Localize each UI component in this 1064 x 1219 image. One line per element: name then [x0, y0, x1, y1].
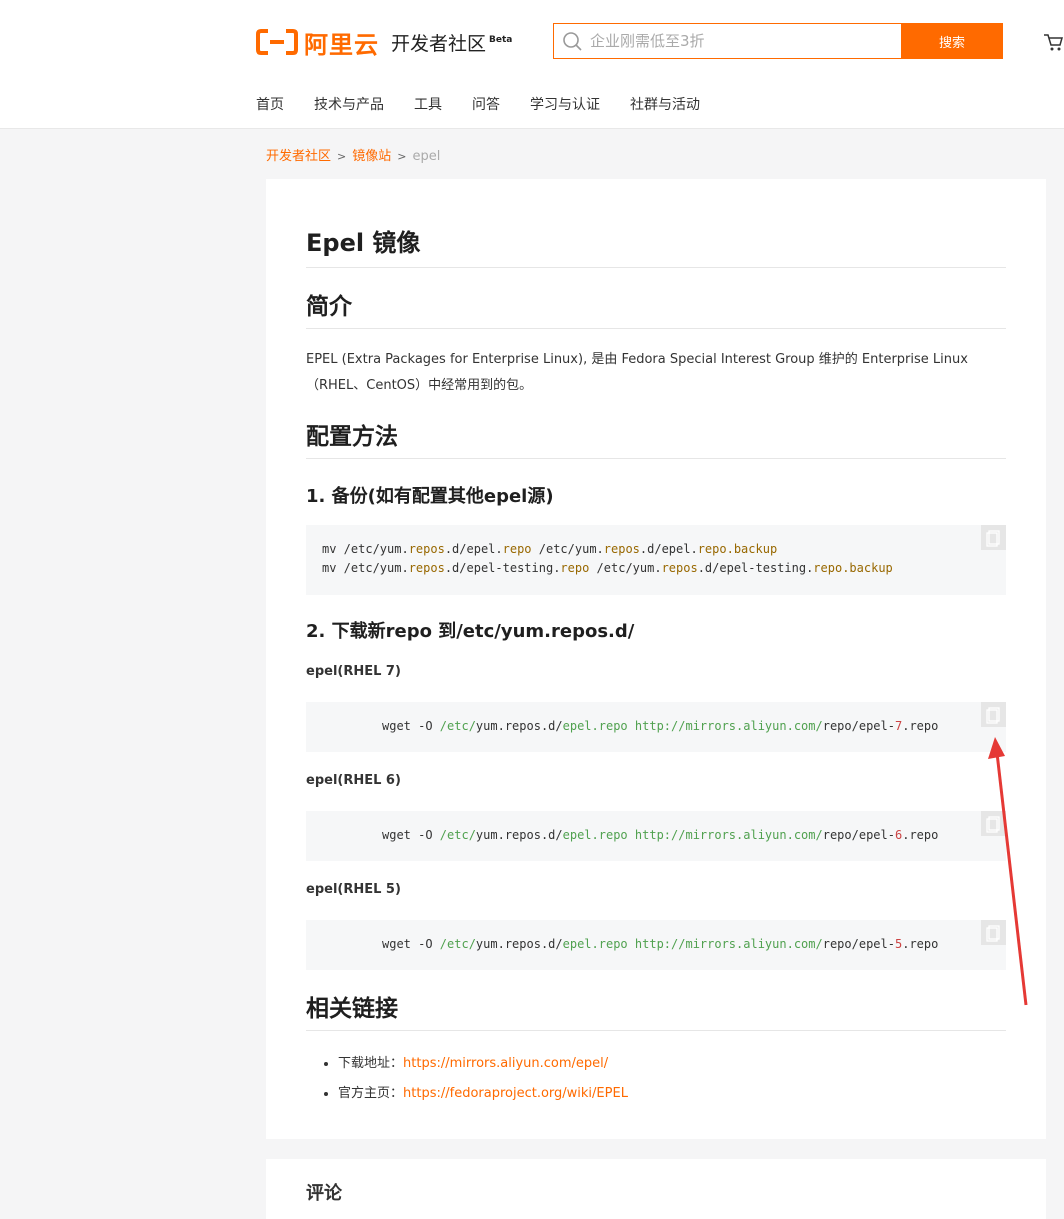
- breadcrumb: 开发者社区 > 镜像站 > epel: [266, 145, 440, 164]
- code-line: mv /etc/yum.repos.d/epel.repo /etc/yum.r…: [322, 542, 778, 556]
- breadcrumb-dev-community[interactable]: 开发者社区: [266, 149, 331, 164]
- breadcrumb-separator: >: [397, 150, 407, 163]
- nav-qa[interactable]: 问答: [472, 94, 500, 114]
- code-line: wget -O /etc/yum.repos.d/epel.repo http:…: [382, 828, 939, 842]
- nav-tech-products[interactable]: 技术与产品: [314, 94, 384, 114]
- cart-icon[interactable]: [1043, 32, 1064, 52]
- variant-label: epel(RHEL 5): [306, 882, 401, 897]
- intro-heading: 简介: [306, 292, 1006, 329]
- list-item: 官方主页：https://fedoraproject.org/wiki/EPEL: [338, 1079, 628, 1109]
- homepage-link[interactable]: https://fedoraproject.org/wiki/EPEL: [403, 1086, 628, 1101]
- wget-code-block[interactable]: wget -O /etc/yum.repos.d/epel.repo http:…: [306, 702, 1006, 752]
- code-line: mv /etc/yum.repos.d/epel-testing.repo /e…: [322, 561, 893, 575]
- code-line: wget -O /etc/yum.repos.d/epel.repo http:…: [382, 719, 939, 733]
- variant-label: epel(RHEL 6): [306, 773, 401, 788]
- search-box: 搜索: [553, 23, 1003, 59]
- annotation-arrow-icon: [988, 737, 1028, 1006]
- comments-card: 评论: [266, 1159, 1046, 1219]
- wget-code-block[interactable]: wget -O /etc/yum.repos.d/epel.repo http:…: [306, 920, 1006, 970]
- community-title: 开发者社区 Beta: [391, 32, 513, 55]
- backup-code-block[interactable]: mv /etc/yum.repos.d/epel.repo /etc/yum.r…: [306, 525, 1006, 595]
- download-link[interactable]: https://mirrors.aliyun.com/epel/: [403, 1056, 608, 1071]
- copy-icon: [986, 530, 1000, 547]
- copy-button[interactable]: [981, 525, 1006, 550]
- top-header: 阿里云 开发者社区Beta 搜索 首页 技术与产品 工具 问答 学习与认证 社群…: [0, 0, 1064, 129]
- search-input[interactable]: [590, 24, 901, 58]
- code-line: wget -O /etc/yum.repos.d/epel.repo http:…: [382, 937, 939, 951]
- page-title: Epel 镜像: [306, 227, 1006, 268]
- nav-home[interactable]: 首页: [256, 94, 284, 114]
- variant-label: epel(RHEL 7): [306, 664, 401, 679]
- breadcrumb-separator: >: [337, 150, 347, 163]
- copy-icon: [986, 707, 1000, 724]
- aliyun-logo[interactable]: 阿里云 开发者社区 Beta: [256, 26, 513, 59]
- related-links-list: 下载地址：https://mirrors.aliyun.com/epel/ 官方…: [306, 1049, 628, 1109]
- breadcrumb-mirrors[interactable]: 镜像站: [352, 149, 391, 164]
- nav-tools[interactable]: 工具: [414, 94, 442, 114]
- search-button[interactable]: 搜索: [901, 23, 1003, 59]
- related-links-heading: 相关链接: [306, 994, 1006, 1031]
- logo-text: 阿里云: [304, 30, 379, 59]
- search-icon: [554, 24, 590, 58]
- copy-button[interactable]: [981, 702, 1006, 727]
- logo-bracket-icon: [256, 29, 298, 55]
- nav-community-events[interactable]: 社群与活动: [630, 94, 700, 114]
- list-item: 下载地址：https://mirrors.aliyun.com/epel/: [338, 1049, 628, 1079]
- breadcrumb-current: epel: [412, 149, 441, 164]
- article-card: Epel 镜像 简介 EPEL (Extra Packages for Ente…: [266, 179, 1046, 1139]
- step2-heading: 2. 下载新repo 到/etc/yum.repos.d/: [306, 621, 635, 642]
- comments-heading: 评论: [306, 1183, 342, 1204]
- wget-code-block[interactable]: wget -O /etc/yum.repos.d/epel.repo http:…: [306, 811, 1006, 861]
- main-nav: 首页 技术与产品 工具 问答 学习与认证 社群与活动: [256, 94, 730, 114]
- intro-text: EPEL (Extra Packages for Enterprise Linu…: [306, 352, 968, 393]
- nav-learning[interactable]: 学习与认证: [530, 94, 600, 114]
- beta-badge: Beta: [489, 35, 513, 46]
- step1-heading: 1. 备份(如有配置其他epel源): [306, 486, 554, 507]
- config-heading: 配置方法: [306, 422, 1006, 459]
